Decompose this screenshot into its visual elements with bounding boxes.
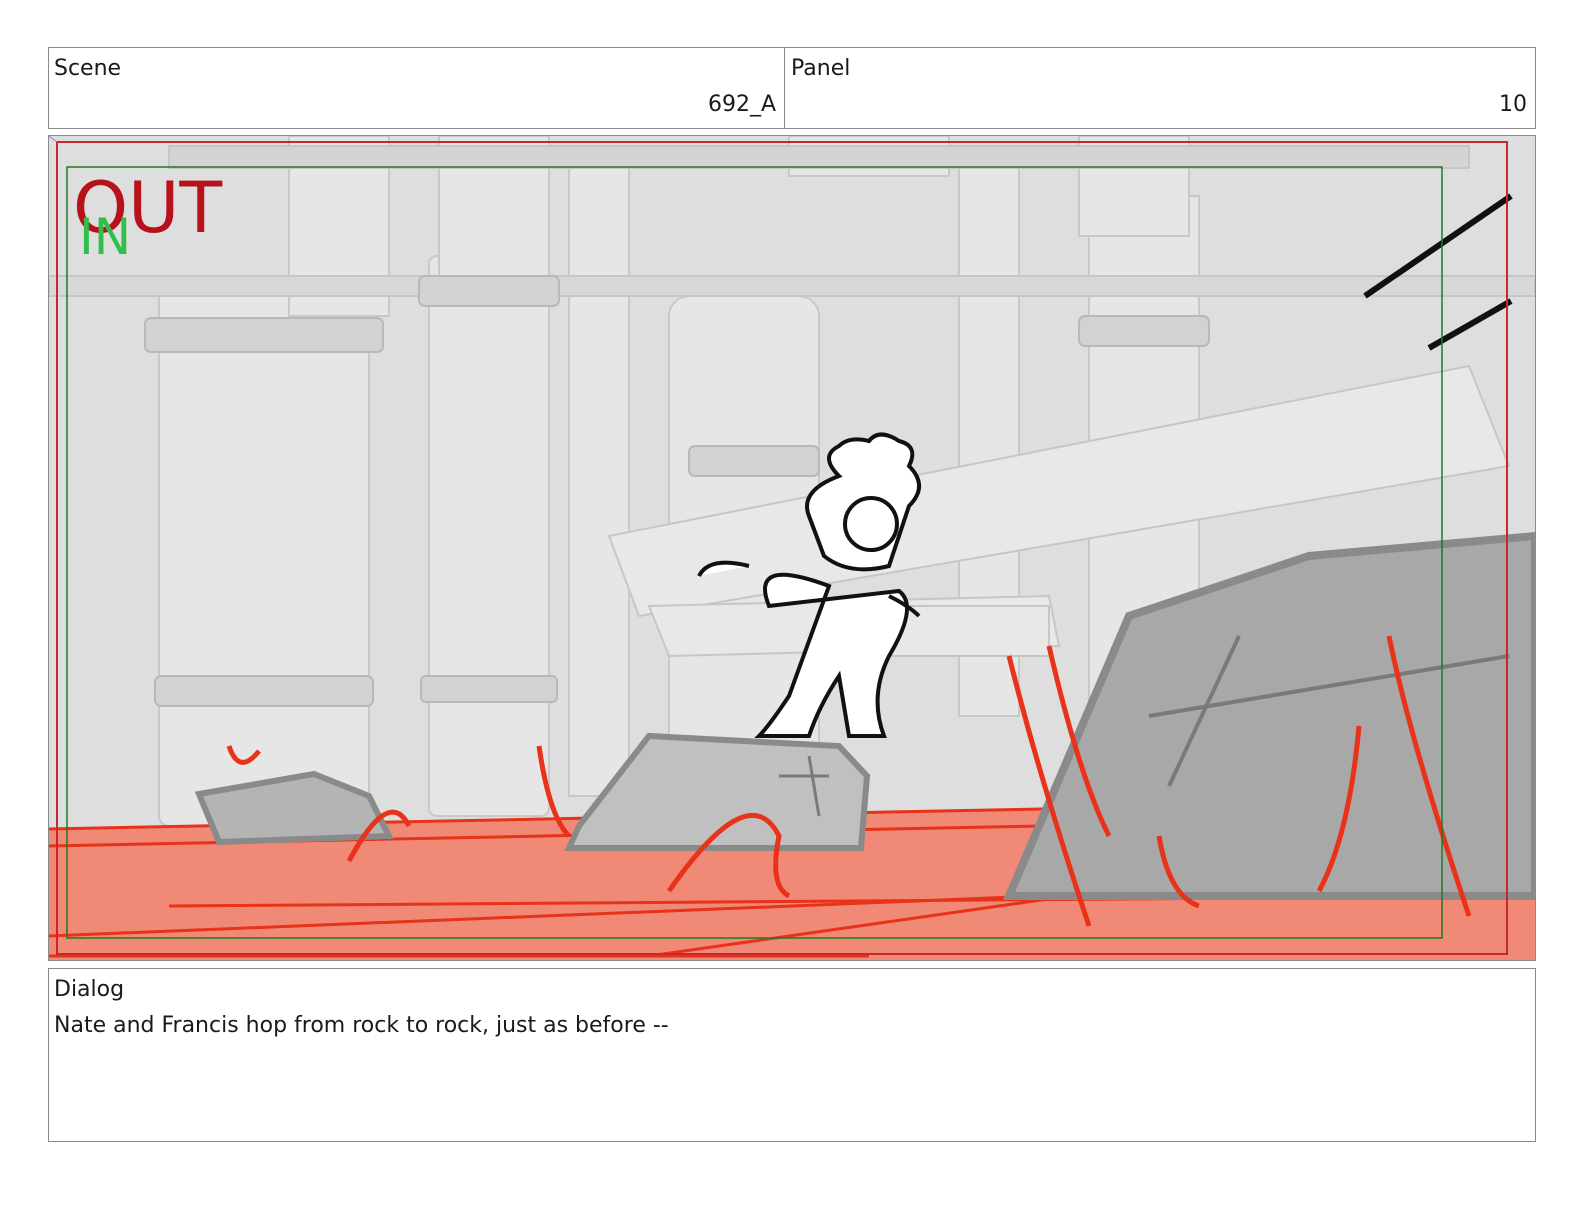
dialog-label: Dialog [54, 977, 125, 1002]
storyboard-drawing: OUT IN [49, 136, 1535, 960]
panel-value: 10 [1499, 92, 1527, 117]
scene-label: Scene [54, 56, 122, 81]
overlay-in-label: IN [79, 208, 131, 266]
panel-label: Panel [791, 56, 851, 81]
dialog-text: Nate and Francis hop from rock to rock, … [54, 1013, 669, 1038]
scene-value: 692_A [707, 92, 776, 117]
scene-field: Scene 692_A [48, 47, 785, 129]
dialog-field: Dialog Nate and Francis hop from rock to… [48, 968, 1536, 1142]
storyboard-frame: OUT IN [48, 135, 1536, 961]
panel-field: Panel 10 [784, 47, 1536, 129]
